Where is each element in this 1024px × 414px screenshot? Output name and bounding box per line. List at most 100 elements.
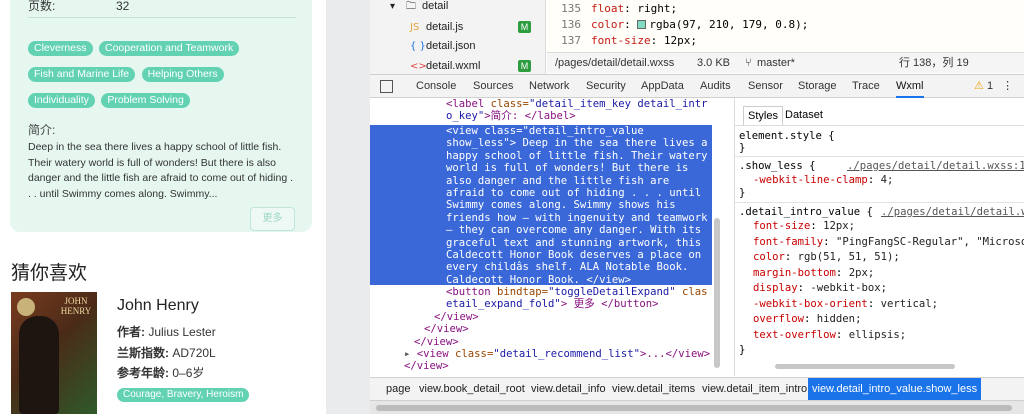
selected-node-line: friends how – with ingenuity and teamwor… xyxy=(446,211,708,224)
book-tags: Cleverness Cooperation and Teamwork Fish… xyxy=(28,38,298,116)
tree-node[interactable]: </view> xyxy=(434,311,479,323)
panel-gutter xyxy=(326,0,370,414)
css-property: float xyxy=(591,2,625,15)
more-vert-icon[interactable]: ⋮ xyxy=(1002,80,1013,92)
file-item[interactable]: <>detail.wxml M xyxy=(410,57,546,75)
tree-node[interactable]: </view> xyxy=(404,360,449,372)
tab-appdata[interactable]: AppData xyxy=(641,75,684,98)
breadcrumb-item[interactable]: view.detail_item_intro xyxy=(702,378,807,400)
tab-sources[interactable]: Sources xyxy=(473,75,513,98)
tree-node[interactable]: </view> xyxy=(414,336,459,348)
caret-right-icon[interactable]: ▸ xyxy=(404,348,410,360)
status-path: /pages/detail/detail.wxss xyxy=(555,57,675,69)
tab-storage[interactable]: Storage xyxy=(798,75,837,98)
styles-pane: Styles Dataset element.style { } .show_l… xyxy=(734,98,1024,376)
style-declaration[interactable]: margin-bottom: 2px; xyxy=(753,267,874,280)
folder-detail[interactable]: ▾ 🗀 detail xyxy=(390,0,448,15)
tab-sensor[interactable]: Sensor xyxy=(748,75,783,98)
style-declaration[interactable]: overflow: hidden; xyxy=(753,313,861,326)
tab-audits[interactable]: Audits xyxy=(700,75,731,98)
tab-dataset[interactable]: Dataset xyxy=(781,106,827,125)
rule-divider xyxy=(735,202,1024,203)
file-name: detail.json xyxy=(426,40,476,52)
horizontal-scrollbar[interactable] xyxy=(370,400,1024,414)
tab-console[interactable]: Console xyxy=(416,75,456,98)
code-editor[interactable]: 135 float: right; 136 color: rgba(97, 21… xyxy=(547,0,1024,52)
tag-item[interactable]: Individuality xyxy=(28,93,95,108)
tag-item[interactable]: Fish and Marine Life xyxy=(28,67,136,82)
tag-item[interactable]: Cleverness xyxy=(28,41,93,56)
style-declaration[interactable]: -webkit-line-clamp: 4; xyxy=(753,174,893,187)
cover-figure xyxy=(19,316,59,414)
selected-node-line: every childâs shelf. ALA Notable Book. xyxy=(446,261,689,274)
css-property: font-size xyxy=(591,34,651,47)
lexile-value: AD720L xyxy=(172,346,216,360)
author-value: Julius Lester xyxy=(148,325,216,339)
tag-item[interactable]: Helping Others xyxy=(141,67,224,82)
rule-source-link[interactable]: ./pages/detail/detail.wxss:1 xyxy=(847,160,1024,173)
simulator-panel: 页数: 32 Cleverness Cooperation and Teamwo… xyxy=(0,0,326,414)
editor-status-bar: /pages/detail/detail.wxss 3.0 KB ⑂ maste… xyxy=(547,52,1024,73)
rule-source-link[interactable]: ./pages/detail/detail.wxss xyxy=(881,206,1024,219)
age-value: 0–6岁 xyxy=(172,366,205,380)
line-number: 137 xyxy=(561,34,581,47)
book-tags-pill[interactable]: Courage, Bravery, Heroism xyxy=(117,388,250,402)
cover-title-text: JOHN HENRY xyxy=(60,296,92,316)
tab-security[interactable]: Security xyxy=(586,75,626,98)
style-declaration[interactable]: display: -webkit-box; xyxy=(753,282,887,295)
line-number: 136 xyxy=(561,18,581,31)
css-value: 12px; xyxy=(663,34,697,47)
book-title[interactable]: John Henry xyxy=(117,297,199,315)
rule-selector[interactable]: .show_less { xyxy=(739,160,816,173)
style-declaration[interactable]: font-family: "PingFangSC-Regular", "Micr… xyxy=(753,236,1024,249)
age-row: 参考年龄: 0–6岁 xyxy=(117,364,204,381)
tag-item[interactable]: Problem Solving xyxy=(101,93,190,108)
code-line: float: right; xyxy=(591,2,678,15)
element-style-rule[interactable]: element.style { xyxy=(739,130,835,143)
book-cover-image[interactable]: JOHN HENRY xyxy=(11,292,97,414)
styles-h-scrollbar[interactable] xyxy=(775,364,955,369)
style-declaration[interactable]: font-size: 12px; xyxy=(753,220,855,233)
file-name: detail.wxml xyxy=(426,60,481,72)
file-tree: ▾ 🗀 detail JS detail.js M { }detail.json <>… xyxy=(370,0,546,74)
color-swatch-icon[interactable] xyxy=(637,20,647,29)
intro-value: Deep in the sea there lives a happy scho… xyxy=(28,141,293,200)
breadcrumb-item[interactable]: view.detail_info xyxy=(531,378,606,400)
tab-wxml[interactable]: Wxml xyxy=(896,75,924,98)
breadcrumb-item-active[interactable]: view.detail_intro_value.show_less xyxy=(808,378,982,400)
tab-trace[interactable]: Trace xyxy=(852,75,880,98)
age-key: 参考年龄: xyxy=(117,366,169,380)
devtools-tab-bar: Console Sources Network Security AppData… xyxy=(370,74,1024,98)
status-branch[interactable]: master* xyxy=(757,53,795,73)
modified-badge: M xyxy=(518,60,531,72)
file-item[interactable]: { }detail.json xyxy=(410,37,476,55)
json-file-icon: { } xyxy=(410,41,426,52)
tree-scrollbar[interactable] xyxy=(714,218,720,368)
tree-node[interactable]: ▸ <view class="detail_recommend_list">..… xyxy=(404,348,710,360)
tab-network[interactable]: Network xyxy=(529,75,569,98)
rule-selector[interactable]: .detail_intro_value { xyxy=(739,206,873,219)
line-number: 135 xyxy=(561,2,581,15)
more-button[interactable]: 更多 xyxy=(250,207,295,231)
tree-node[interactable]: <label class="detail_item_key detail_int… xyxy=(446,98,708,110)
breadcrumb-item[interactable]: page xyxy=(386,378,410,400)
tag-item[interactable]: Cooperation and Teamwork xyxy=(98,41,240,56)
css-value: right; xyxy=(637,2,678,15)
wxml-tree[interactable]: <label class="detail_item_key detail_int… xyxy=(370,98,722,376)
style-declaration[interactable]: -webkit-box-orient: vertical; xyxy=(753,298,938,311)
selected-node-line: Swimmy comes along. Swimmy shows his xyxy=(446,199,676,212)
tab-styles[interactable]: Styles xyxy=(743,106,783,125)
style-declaration[interactable]: text-overflow: ellipsis; xyxy=(753,329,906,342)
tree-node[interactable]: </view> xyxy=(424,323,469,335)
scrollbar-thumb[interactable] xyxy=(376,405,1012,411)
inspect-element-icon[interactable] xyxy=(380,80,393,93)
breadcrumb-item[interactable]: view.detail_items xyxy=(612,378,695,400)
breadcrumb-item[interactable]: view.book_detail_root xyxy=(419,378,525,400)
tree-node[interactable]: <button bindtap="toggleDetailExpand" cla… xyxy=(446,286,708,298)
warnings-indicator[interactable]: ⚠ 1 ⋮ xyxy=(974,75,1013,97)
file-item[interactable]: JS detail.js M xyxy=(410,18,546,36)
close-brace: } xyxy=(739,142,746,154)
selected-node-line: also danger and the little fish are xyxy=(446,174,670,187)
style-declaration[interactable]: color: rgb(51, 51, 51); xyxy=(753,251,900,264)
row-divider xyxy=(28,17,296,18)
